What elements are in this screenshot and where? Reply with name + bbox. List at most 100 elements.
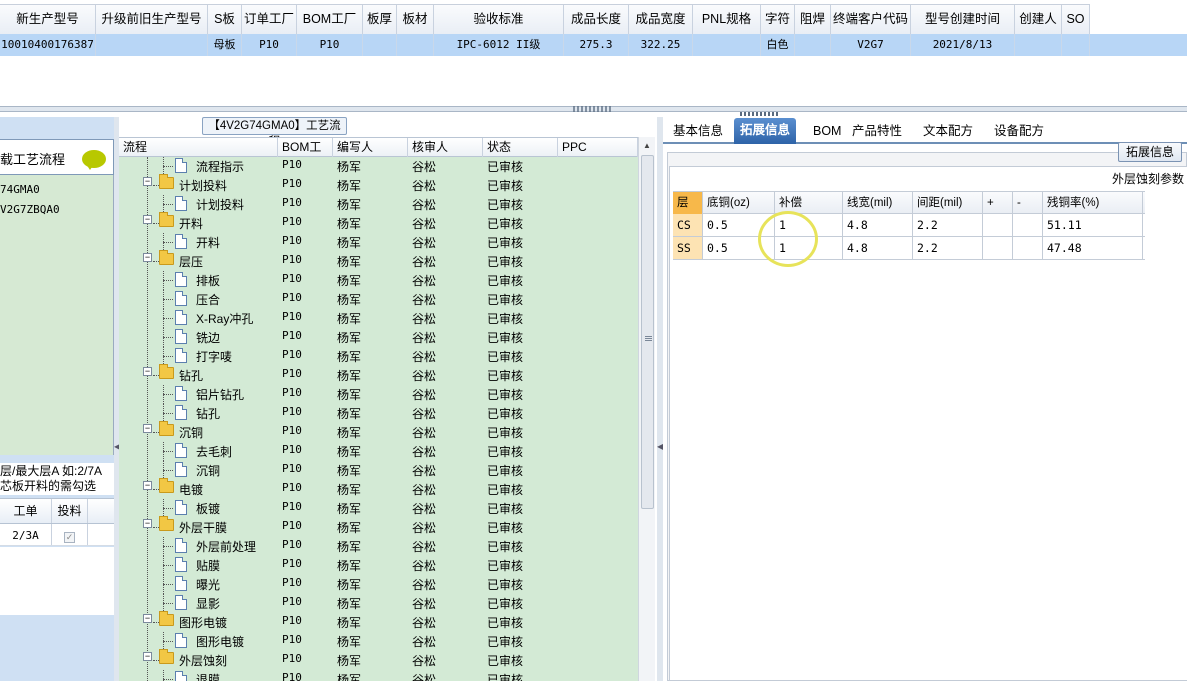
collapse-icon[interactable]: − [143, 367, 152, 376]
col-header[interactable]: 订单工厂 [242, 5, 297, 35]
table-cell[interactable]: 47.48 [1043, 237, 1143, 259]
extended-info-button[interactable]: 拓展信息 [1118, 142, 1182, 162]
col-header-feed[interactable]: 投料 [52, 499, 88, 523]
tree-node-label[interactable]: 打字唛 [196, 348, 232, 365]
splitter-grip-icon[interactable] [573, 106, 613, 112]
process-tab[interactable]: 载工艺流程 [0, 139, 114, 175]
tab[interactable]: 文本配方 [917, 120, 979, 144]
tree-row[interactable]: 曝光 P10 杨军 谷松 已审核 [119, 575, 638, 594]
tree-row[interactable]: − 电镀 P10 杨军 谷松 已审核 [119, 478, 638, 499]
tree-node-label[interactable]: 贴膜 [196, 557, 220, 574]
tree-row[interactable]: 计划投料 P10 杨军 谷松 已审核 [119, 195, 638, 214]
list-item[interactable]: 74GMA0 [0, 183, 40, 196]
tree-row[interactable]: X-Ray冲孔 P10 杨军 谷松 已审核 [119, 309, 638, 328]
table-row[interactable]: CS 0.5 1 4.8 2.2 51.11 [673, 214, 1145, 237]
tree-row[interactable]: 打字唛 P10 杨军 谷松 已审核 [119, 347, 638, 366]
tab[interactable]: 设备配方 [988, 120, 1050, 144]
tree-col-header[interactable]: 状态 [483, 138, 558, 157]
tree-node-label[interactable]: 计划投料 [179, 177, 227, 194]
tree-row[interactable]: − 外层蚀刻 P10 杨军 谷松 已审核 [119, 649, 638, 670]
tree-node-label[interactable]: X-Ray冲孔 [196, 310, 253, 327]
tree-node-label[interactable]: 钻孔 [179, 367, 203, 384]
tree-col-header[interactable]: 编写人 [333, 138, 408, 157]
table-row[interactable]: SS 0.5 1 4.8 2.2 47.48 [673, 237, 1145, 260]
col-header[interactable]: SO [1062, 5, 1090, 35]
col-header[interactable]: 验收标准 [434, 5, 564, 35]
list-item[interactable]: V2G7ZBQA0 [0, 203, 60, 216]
collapse-right-icon[interactable]: ◀ [657, 442, 663, 456]
collapse-icon[interactable]: − [143, 481, 152, 490]
table-cell[interactable]: 4.8 [843, 214, 913, 236]
collapse-icon[interactable]: − [143, 215, 152, 224]
col-header[interactable]: 成品长度 [564, 5, 629, 35]
tree-row[interactable]: − 开料 P10 杨军 谷松 已审核 [119, 212, 638, 233]
tree-row[interactable]: 显影 P10 杨军 谷松 已审核 [119, 594, 638, 613]
tree-col-header[interactable]: PPC [558, 138, 638, 157]
table-cell[interactable]: SS [673, 237, 703, 259]
col-header[interactable]: BOM工厂 [297, 5, 363, 35]
tree-node-label[interactable]: 显影 [196, 595, 220, 612]
col-header[interactable]: 板材 [397, 5, 434, 35]
table-cell[interactable]: 2.2 [913, 237, 983, 259]
col-header[interactable]: 阻焊 [795, 5, 831, 35]
tab[interactable]: 基本信息 [667, 120, 729, 144]
scroll-up-icon[interactable]: ▲ [639, 137, 655, 154]
feed-checkbox-cell[interactable]: ✓ [52, 524, 88, 545]
tree-node-label[interactable]: 外层蚀刻 [179, 652, 227, 669]
tab[interactable]: 拓展信息 [734, 118, 797, 144]
col-header[interactable]: 字符 [761, 5, 795, 35]
vertical-scrollbar[interactable]: ▲ [638, 137, 655, 681]
col-header[interactable]: 残铜率(%) [1043, 192, 1143, 214]
col-header[interactable]: - [1013, 192, 1043, 214]
tree-row[interactable]: − 沉铜 P10 杨军 谷松 已审核 [119, 421, 638, 442]
tree-node-label[interactable]: 外层干膜 [179, 519, 227, 536]
table-cell[interactable] [1013, 237, 1043, 259]
tree-row[interactable]: 铝片钻孔 P10 杨军 谷松 已审核 [119, 385, 638, 404]
col-header[interactable]: 终端客户代码 [831, 5, 911, 35]
col-header[interactable]: PNL规格 [693, 5, 761, 35]
col-header-work-order[interactable]: 工单 [0, 499, 52, 523]
tree-row[interactable]: 开料 P10 杨军 谷松 已审核 [119, 233, 638, 252]
tree-row[interactable]: 板镀 P10 杨军 谷松 已审核 [119, 499, 638, 518]
tree-node-label[interactable]: 曝光 [196, 576, 220, 593]
table-cell[interactable]: 2.2 [913, 214, 983, 236]
collapse-icon[interactable]: − [143, 519, 152, 528]
col-header[interactable]: 创建人 [1015, 5, 1062, 35]
tree-row[interactable]: 贴膜 P10 杨军 谷松 已审核 [119, 556, 638, 575]
tree-row[interactable]: − 外层干膜 P10 杨军 谷松 已审核 [119, 516, 638, 537]
col-header[interactable]: 间距(mil) [913, 192, 983, 214]
tree-node-label[interactable]: 图形电镀 [179, 614, 227, 631]
checkbox-icon[interactable]: ✓ [64, 532, 75, 543]
collapse-icon[interactable]: − [143, 424, 152, 433]
col-header[interactable]: 层 [673, 192, 703, 214]
tree-node-label[interactable]: 钻孔 [196, 405, 220, 422]
tree-node-label[interactable]: 压合 [196, 291, 220, 308]
table-cell[interactable] [983, 237, 1013, 259]
tree-node-label[interactable]: 铝片钻孔 [196, 386, 244, 403]
tree-node-label[interactable]: 计划投料 [196, 196, 244, 213]
col-header[interactable]: 底铜(oz) [703, 192, 775, 214]
tree-row[interactable]: 去毛刺 P10 杨军 谷松 已审核 [119, 442, 638, 461]
tree-node-label[interactable]: 铣边 [196, 329, 220, 346]
col-header[interactable]: 板厚 [363, 5, 397, 35]
table-cell[interactable]: 4.8 [843, 237, 913, 259]
tree-node-label[interactable]: 电镀 [179, 481, 203, 498]
tree-row[interactable]: − 图形电镀 P10 杨军 谷松 已审核 [119, 611, 638, 632]
tree-row[interactable]: 沉铜 P10 杨军 谷松 已审核 [119, 461, 638, 480]
col-header[interactable]: + [983, 192, 1013, 214]
tree-node-label[interactable]: 外层前处理 [196, 538, 256, 555]
tree-row[interactable]: 压合 P10 杨军 谷松 已审核 [119, 290, 638, 309]
tree-row[interactable]: − 钻孔 P10 杨军 谷松 已审核 [119, 364, 638, 385]
tree-node-label[interactable]: 开料 [179, 215, 203, 232]
tree-node-label[interactable]: 层压 [179, 253, 203, 270]
col-header[interactable]: 成品宽度 [629, 5, 693, 35]
col-header[interactable]: S板 [208, 5, 242, 35]
col-header[interactable]: 新生产型号 [0, 5, 96, 35]
product-grid-row-selected[interactable]: 10010400176387 母板 P10 P10 IPC-6012 II级 275.3 3… [0, 34, 1187, 56]
col-header[interactable]: 线宽(mil) [843, 192, 913, 214]
tree-col-header[interactable]: BOM工厂 [278, 138, 333, 172]
tree-node-label[interactable]: 排板 [196, 272, 220, 289]
tree-node-label[interactable]: 流程指示 [196, 158, 244, 175]
table-row[interactable]: 2/3A ✓ [0, 524, 114, 546]
tree-node-label[interactable]: 沉铜 [196, 462, 220, 479]
